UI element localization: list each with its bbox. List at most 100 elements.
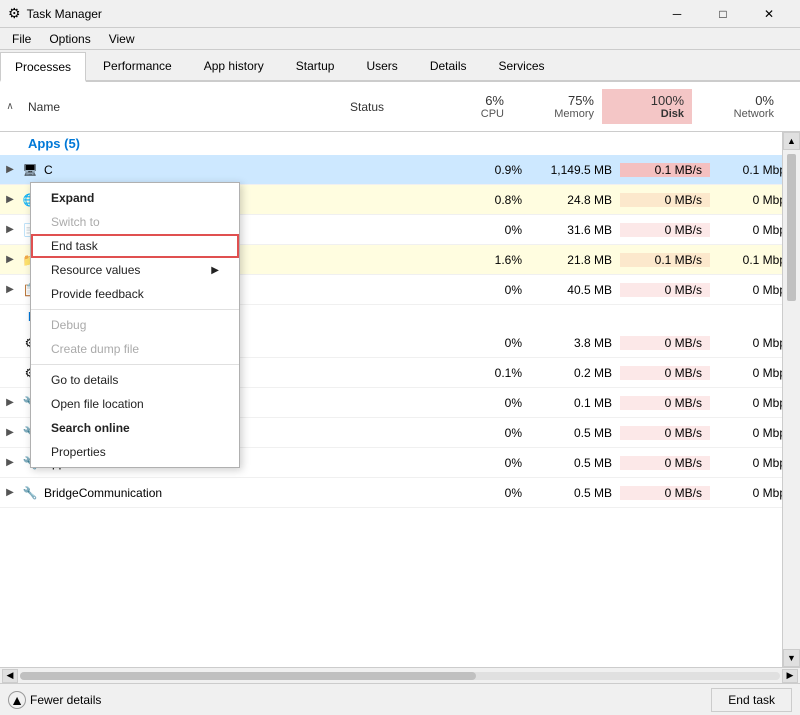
row-name: BridgeCommunication [40, 486, 360, 500]
fewer-details-label: Fewer details [30, 693, 101, 707]
tab-startup[interactable]: Startup [281, 50, 350, 80]
hscroll-right-button[interactable]: ▶ [782, 669, 798, 683]
row-disk: 0.1 MB/s [620, 163, 710, 177]
row-disk: 0 MB/s [620, 223, 710, 237]
window-title: Task Manager [27, 7, 102, 21]
row-disk: 0 MB/s [620, 426, 710, 440]
title-bar: ⚙ Task Manager ─ □ ✕ [0, 0, 800, 28]
submenu-arrow: ▶ [211, 265, 219, 276]
menu-view[interactable]: View [101, 30, 143, 48]
expand-arrow[interactable]: ▶ [0, 254, 20, 265]
row-disk: 0 MB/s [620, 366, 710, 380]
app-icon: ⚙ [8, 5, 21, 22]
scroll-thumb[interactable] [787, 154, 796, 301]
row-cpu: 0% [450, 456, 530, 470]
row-disk: 0 MB/s [620, 193, 710, 207]
row-cpu: 0.1% [450, 366, 530, 380]
column-headers: ∧ Name Status 6% CPU 75% Memory 100% Dis… [0, 82, 800, 132]
expand-arrow[interactable]: ▶ [0, 457, 20, 468]
ctx-provide-feedback[interactable]: Provide feedback [31, 282, 239, 306]
ctx-go-to-details[interactable]: Go to details [31, 368, 239, 392]
row-disk: 0 MB/s [620, 486, 710, 500]
row-disk: 0 MB/s [620, 336, 710, 350]
row-disk: 0 MB/s [620, 283, 710, 297]
row-name: C [40, 163, 360, 177]
expand-arrow[interactable]: ▶ [0, 194, 20, 205]
expand-arrow[interactable]: ▶ [0, 224, 20, 235]
row-memory: 40.5 MB [530, 283, 620, 297]
row-memory: 24.8 MB [530, 193, 620, 207]
horizontal-scrollbar[interactable]: ◀ ▶ [0, 667, 800, 683]
row-memory: 0.5 MB [530, 486, 620, 500]
row-memory: 0.2 MB [530, 366, 620, 380]
menu-bar: File Options View [0, 28, 800, 50]
main-content: ∧ Name Status 6% CPU 75% Memory 100% Dis… [0, 82, 800, 683]
tab-performance[interactable]: Performance [88, 50, 187, 80]
vertical-scrollbar[interactable]: ▲ ▼ [782, 132, 800, 667]
col-name-label: Name [28, 100, 60, 114]
table-row[interactable]: ▶ 🔧 BridgeCommunication 0% 0.5 MB 0 MB/s… [0, 478, 800, 508]
bottom-bar: ▲ Fewer details End task [0, 683, 800, 715]
scroll-up-button[interactable]: ▲ [783, 132, 800, 150]
tab-details[interactable]: Details [415, 50, 482, 80]
ctx-separator-2 [31, 364, 239, 365]
minimize-button[interactable]: ─ [654, 0, 700, 28]
window-controls: ─ □ ✕ [654, 0, 792, 28]
col-disk-header[interactable]: 100% Disk [602, 89, 692, 124]
tab-app-history[interactable]: App history [189, 50, 279, 80]
end-task-button[interactable]: End task [711, 688, 792, 712]
hscroll-left-button[interactable]: ◀ [2, 669, 18, 683]
app-icon-cell: 🖥 [20, 163, 40, 177]
row-disk: 0 MB/s [620, 396, 710, 410]
menu-options[interactable]: Options [41, 30, 98, 48]
table-row[interactable]: ▶ 🖥 C 0.9% 1,149.5 MB 0.1 MB/s 0.1 Mbps [0, 155, 800, 185]
menu-file[interactable]: File [4, 30, 39, 48]
row-cpu: 0.9% [450, 163, 530, 177]
ctx-separator-1 [31, 309, 239, 310]
ctx-resource-values[interactable]: Resource values ▶ [31, 258, 239, 282]
col-name-header[interactable]: Name [20, 92, 342, 122]
scroll-down-button[interactable]: ▼ [783, 649, 800, 667]
expand-arrow[interactable]: ▶ [0, 487, 20, 498]
ctx-properties[interactable]: Properties [31, 440, 239, 464]
row-memory: 31.6 MB [530, 223, 620, 237]
row-memory: 21.8 MB [530, 253, 620, 267]
ctx-debug: Debug [31, 313, 239, 337]
fewer-details-button[interactable]: ▲ Fewer details [8, 691, 101, 709]
ctx-switch-to: Switch to [31, 210, 239, 234]
fewer-details-arrow: ▲ [8, 691, 26, 709]
hscroll-track[interactable] [20, 672, 780, 680]
col-cpu-header[interactable]: 6% CPU [432, 89, 512, 124]
expand-arrow[interactable]: ▶ [0, 427, 20, 438]
col-network-header[interactable]: 0% Network [692, 89, 782, 124]
apps-section-header: Apps (5) [0, 132, 800, 155]
tab-services[interactable]: Services [484, 50, 560, 80]
expand-arrow[interactable]: ▶ [0, 397, 20, 408]
maximize-button[interactable]: □ [700, 0, 746, 28]
row-memory: 3.8 MB [530, 336, 620, 350]
row-cpu: 0% [450, 336, 530, 350]
ctx-expand[interactable]: Expand [31, 186, 239, 210]
expand-arrow[interactable]: ▶ [0, 164, 20, 175]
tab-processes[interactable]: Processes [0, 52, 86, 82]
ctx-open-file-location[interactable]: Open file location [31, 392, 239, 416]
row-cpu: 0% [450, 223, 530, 237]
hscroll-thumb[interactable] [20, 672, 476, 680]
close-button[interactable]: ✕ [746, 0, 792, 28]
row-cpu: 0% [450, 283, 530, 297]
expand-arrow[interactable]: ▶ [0, 284, 20, 295]
ctx-search-online[interactable]: Search online [31, 416, 239, 440]
sort-arrow: ∧ [0, 101, 20, 112]
row-cpu: 0% [450, 396, 530, 410]
row-cpu: 0% [450, 486, 530, 500]
table-body: Apps (5) ▶ 🖥 C 0.9% 1,149.5 MB 0.1 MB/s … [0, 132, 800, 667]
row-cpu: 0.8% [450, 193, 530, 207]
row-memory: 1,149.5 MB [530, 163, 620, 177]
tab-users[interactable]: Users [351, 50, 412, 80]
row-cpu: 1.6% [450, 253, 530, 267]
col-memory-header[interactable]: 75% Memory [512, 89, 602, 124]
row-memory: 0.1 MB [530, 396, 620, 410]
row-memory: 0.5 MB [530, 456, 620, 470]
tab-bar: Processes Performance App history Startu… [0, 50, 800, 82]
ctx-end-task[interactable]: End task [31, 234, 239, 258]
